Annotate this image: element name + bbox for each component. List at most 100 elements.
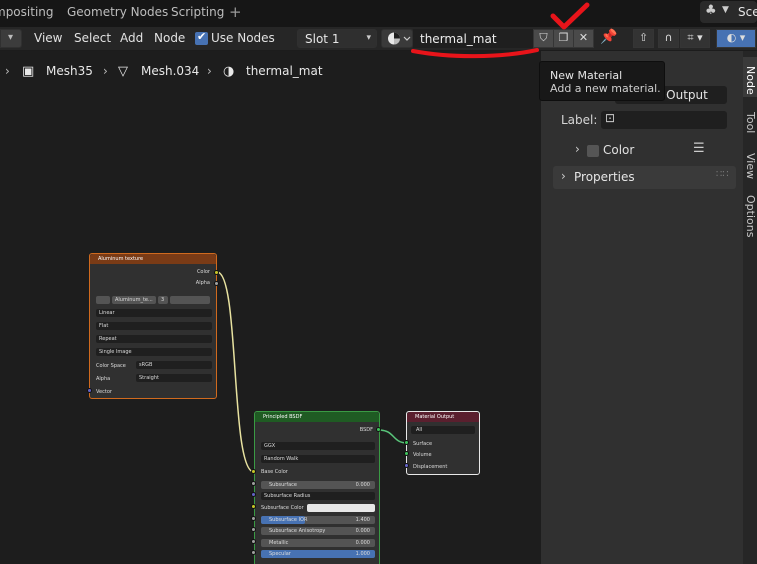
properties-section-label: Properties [574,170,635,184]
node-title: Material Output [415,414,455,420]
node-header[interactable]: Aluminum texture [90,254,216,264]
alpha-mode-dropdown[interactable]: Straight [136,374,212,382]
node-label-field[interactable]: ⊡ [601,111,727,129]
subsurface-method-dropdown[interactable]: Random Walk [261,455,375,463]
image-users-count: 3 [158,296,168,304]
menu-select[interactable]: Select [74,31,111,45]
overlays-dropdown[interactable]: ◐ ▾ [716,29,756,48]
tab-scripting[interactable]: Scripting [171,5,224,19]
socket-label: Color [196,269,210,275]
drag-handle-icon[interactable]: ∷∷ [716,169,729,180]
tab-view[interactable]: View [743,145,757,183]
tab-compositing[interactable]: mpositing [0,5,54,19]
menu-node[interactable]: Node [154,31,185,45]
snap-mode-dropdown[interactable]: ⌗ ▾ [680,29,710,48]
tab-node[interactable]: Node [743,57,757,97]
socket-label: Alpha [195,280,210,286]
projection-dropdown[interactable]: Flat [96,322,212,330]
chevron-right-icon: › [207,64,212,78]
input-socket[interactable] [404,440,409,445]
breadcrumb-material: thermal_mat [246,64,323,78]
principled-bsdf-node[interactable]: Principled BSDF BSDF GGX Random Walk Bas… [254,411,380,564]
material-name-value: thermal_mat [420,32,497,46]
tab-tool[interactable]: Tool [743,103,757,139]
specular-field[interactable]: Specular 1.000 [261,550,375,558]
annotation-checkmark-icon [550,2,590,30]
image-name-field[interactable]: Aluminum_te... [112,296,156,304]
node-header[interactable]: Material Output [407,412,479,422]
input-socket[interactable] [251,527,256,532]
close-icon: ✕ [578,31,589,44]
socket-label: BSDF [359,427,373,433]
workspace-tabs-bar: mpositing Geometry Nodes Scripting + ♣ ▼… [0,0,757,27]
material-output-node[interactable]: Material Output All Surface Volume Displ… [406,411,480,475]
list-options-icon[interactable]: ☰ [693,141,705,156]
alpha-mode-label: Alpha [96,376,111,382]
output-socket[interactable] [214,270,219,275]
snap-toggle-button[interactable]: ∩ [658,29,679,48]
parent-node-tree-button[interactable]: ⇧ [633,29,654,48]
input-socket[interactable] [251,481,256,486]
socket-label: Volume [413,452,432,458]
target-dropdown[interactable]: All [411,426,475,434]
socket-label: Base Color [261,469,288,475]
breadcrumb-mesh: Mesh.034 [141,64,200,78]
use-nodes-label[interactable]: Use Nodes [211,31,275,45]
color-space-dropdown[interactable]: sRGB [136,361,212,369]
use-nodes-checkbox[interactable]: ✔ [195,30,208,45]
distribution-dropdown[interactable]: GGX [261,442,375,450]
menu-add[interactable]: Add [120,31,143,45]
menu-view[interactable]: View [34,31,62,45]
chevron-right-icon: › [575,142,580,156]
image-texture-node[interactable]: Aluminum texture Color Alpha Aluminum_te… [89,253,217,399]
input-socket[interactable] [251,469,256,474]
subsurface-field[interactable]: Subsurface 0.000 [261,481,375,489]
image-actions[interactable] [170,296,210,304]
tab-options[interactable]: Options [743,189,757,239]
interpolation-dropdown[interactable]: Linear [96,309,212,317]
input-socket[interactable] [251,539,256,544]
input-socket[interactable] [251,550,256,555]
chevron-down-icon: ▾ [8,32,14,43]
extension-dropdown[interactable]: Repeat [96,335,212,343]
node-header[interactable]: Principled BSDF [255,412,379,422]
scene-selector[interactable]: ♣ ▼ Sce [700,1,757,23]
color-checkbox[interactable] [587,145,599,157]
subsurface-color-swatch[interactable] [307,504,375,512]
add-workspace-button[interactable]: + [229,3,242,21]
source-dropdown[interactable]: Single Image [96,348,212,356]
mesh-object-icon: ▣ [22,64,35,79]
image-browse-button[interactable] [96,296,110,304]
socket-label: Displacement [413,464,448,470]
node-title: Principled BSDF [263,414,303,420]
chevron-down-icon: ▾ [366,33,371,43]
shield-icon: ⛉ [539,31,548,44]
input-socket[interactable] [404,451,409,456]
slot-dropdown[interactable]: Slot 1 ▾ [297,29,377,48]
tab-geometry-nodes[interactable]: Geometry Nodes [67,5,168,19]
input-socket[interactable] [251,504,256,509]
tooltip-description: Add a new material. [550,82,661,95]
scene-icon: ♣ [705,3,717,18]
output-socket[interactable] [214,281,219,286]
material-icon: ◑ [223,64,235,79]
metallic-field[interactable]: Metallic 0.000 [261,539,375,547]
pin-icon[interactable]: 📌 [600,29,617,45]
subsurface-anisotropy-field[interactable]: Subsurface Anisotropy 0.000 [261,527,375,535]
output-socket[interactable] [376,427,381,432]
input-socket[interactable] [251,492,256,497]
subsurface-ior-field[interactable]: Subsurface IOR 1.400 [261,516,375,524]
color-section-label: Color [603,143,635,157]
input-socket[interactable] [404,463,409,468]
input-socket[interactable] [251,516,256,521]
material-browse-button[interactable] [381,29,413,48]
mesh-data-icon: ▽ [118,64,128,79]
subsurface-radius-dropdown[interactable]: Subsurface Radius [261,492,375,500]
properties-panel[interactable]: › Properties ∷∷ [553,166,736,189]
editor-type-button[interactable]: ▾ [0,29,22,48]
tooltip-title: New Material [550,69,623,82]
input-socket[interactable] [87,388,92,393]
check-icon: ✔ [197,30,207,43]
chevron-down-icon: ▼ [722,5,729,15]
color-subpanel[interactable]: › Color ☰ [553,139,736,163]
